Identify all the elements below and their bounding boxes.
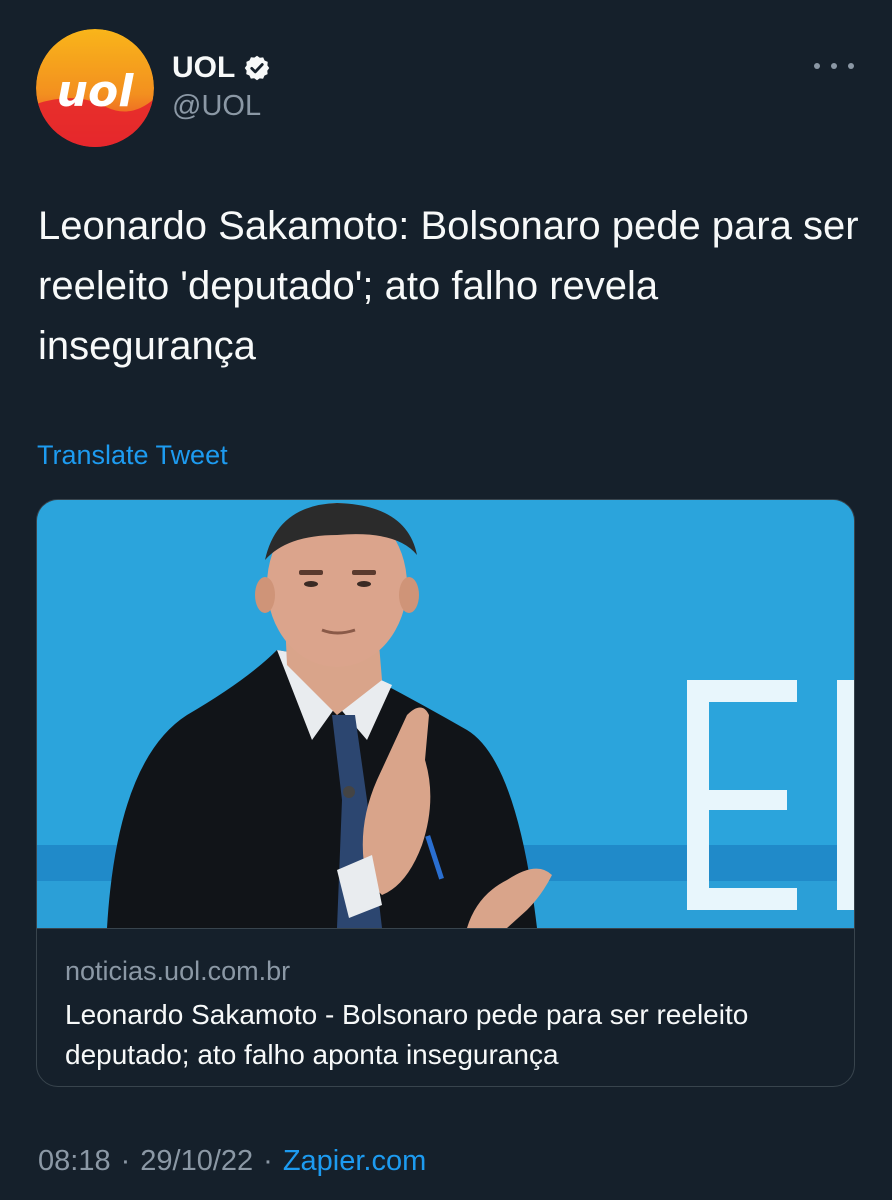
tweet-source-link[interactable]: Zapier.com: [283, 1145, 426, 1178]
display-name[interactable]: UOL: [172, 51, 235, 85]
separator: ·: [263, 1145, 273, 1177]
card-meta: noticias.uol.com.br Leonardo Sakamoto - …: [37, 928, 854, 1086]
more-options-icon[interactable]: [814, 52, 854, 80]
uol-logo: uol: [36, 29, 154, 147]
dot-icon: [831, 63, 837, 69]
dot-icon: [848, 63, 854, 69]
tweet-metadata: 08:18 · 29/10/22 · Zapier.com: [38, 1145, 426, 1178]
author-info: UOL @UOL: [172, 50, 271, 123]
tweet-date[interactable]: 29/10/22: [140, 1145, 253, 1178]
card-title: Leonardo Sakamoto - Bolsonaro pede para …: [65, 999, 749, 1070]
tweet: uol UOL @UOL Leonardo Sakamoto: Bolsonar…: [0, 0, 892, 1200]
card-photo: [37, 500, 854, 928]
tweet-time[interactable]: 08:18: [38, 1145, 111, 1178]
translate-tweet-link[interactable]: Translate Tweet: [37, 440, 228, 471]
avatar-logo-text: uol: [57, 66, 135, 117]
card-image: [37, 500, 854, 928]
name-row: UOL: [172, 50, 271, 86]
verified-badge-icon: [243, 54, 271, 82]
dot-icon: [814, 63, 820, 69]
link-card[interactable]: noticias.uol.com.br Leonardo Sakamoto - …: [36, 499, 855, 1087]
separator: ·: [120, 1145, 131, 1177]
card-domain: noticias.uol.com.br: [65, 956, 291, 986]
tweet-text: Leonardo Sakamoto: Bolsonaro pede para s…: [38, 204, 859, 368]
handle[interactable]: @UOL: [172, 90, 271, 123]
avatar[interactable]: uol: [36, 29, 154, 147]
